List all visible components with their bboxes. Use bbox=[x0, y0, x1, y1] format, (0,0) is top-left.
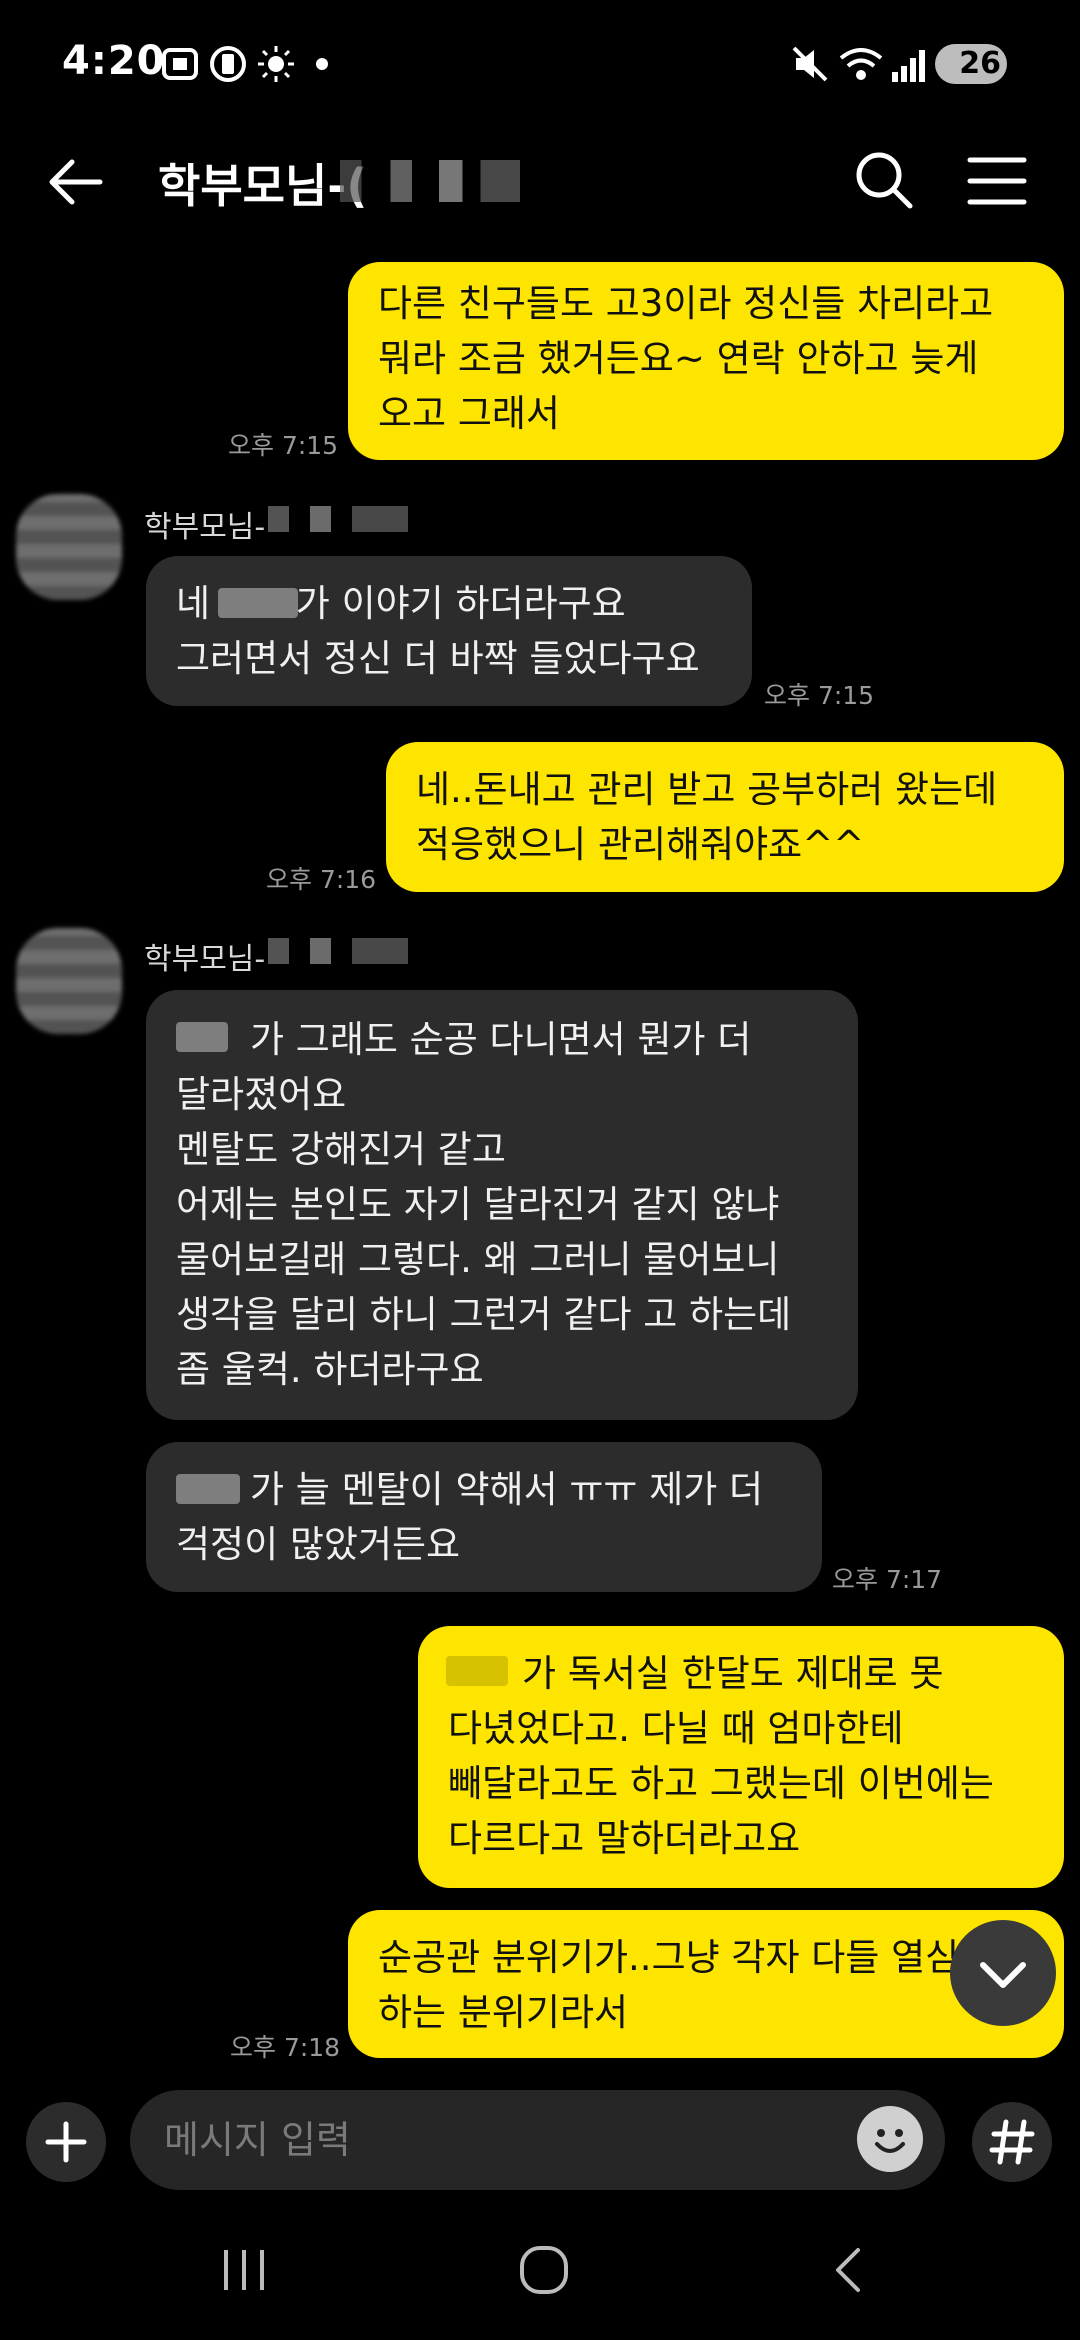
redacted-text bbox=[446, 1656, 508, 1686]
redacted-text bbox=[218, 588, 298, 618]
other-message-bubble[interactable]: 가 그래도 순공 다니면서 뭔가 더 달라졌어요 멘탈도 강해진거 같고 어제는… bbox=[146, 990, 858, 1420]
my-message-bubble[interactable]: 네..돈내고 관리 받고 공부하러 왔는데 적응했으니 관리해줘야죠^^ bbox=[386, 742, 1064, 892]
other-message-bubble[interactable]: 가 늘 멘탈이 약해서 ㅠㅠ 제가 더 걱정이 많았거든요 bbox=[146, 1442, 822, 1592]
sender-avatar[interactable] bbox=[16, 494, 122, 600]
battery-indicator: 26 bbox=[935, 44, 1007, 84]
redacted-sender bbox=[268, 506, 408, 532]
status-time: 4:20 bbox=[62, 38, 166, 84]
sender-avatar[interactable] bbox=[16, 928, 122, 1034]
my-message-bubble[interactable]: 다른 친구들도 고3이라 정신들 차리라고 뭐라 조금 했거든요~ 연락 안하고… bbox=[348, 262, 1064, 460]
redacted-name bbox=[340, 160, 520, 202]
battery-saver-icon bbox=[210, 46, 246, 82]
message-time: 오후 7:17 bbox=[832, 1565, 943, 1594]
redacted-sender bbox=[268, 938, 408, 964]
notification-dot-icon bbox=[316, 58, 328, 70]
back-nav-icon[interactable] bbox=[826, 2244, 870, 2296]
sender-name: 학부모님- bbox=[144, 942, 266, 977]
scroll-down-button[interactable] bbox=[950, 1920, 1056, 2026]
emoji-button[interactable] bbox=[857, 2106, 923, 2172]
plus-button[interactable] bbox=[26, 2102, 106, 2182]
sender-name: 학부모님- bbox=[144, 510, 266, 545]
screenshot-icon bbox=[162, 48, 198, 80]
redacted-text bbox=[176, 1474, 240, 1504]
home-icon[interactable] bbox=[516, 2242, 572, 2298]
hash-icon bbox=[989, 2119, 1035, 2165]
emoji-icon bbox=[875, 2129, 905, 2153]
wifi-icon bbox=[839, 48, 883, 80]
system-nav-bar bbox=[0, 2200, 1080, 2340]
message-input[interactable] bbox=[130, 2090, 945, 2190]
message-time: 오후 7:15 bbox=[228, 431, 339, 460]
chat-title[interactable]: 학부모님-( bbox=[158, 150, 367, 216]
message-input-bar bbox=[0, 2080, 1080, 2200]
message-time: 오후 7:16 bbox=[266, 865, 377, 894]
plus-icon bbox=[45, 2121, 87, 2163]
status-bar: 4:20 26 bbox=[0, 0, 1080, 130]
signal-icon bbox=[892, 50, 925, 82]
brightness-icon bbox=[258, 46, 294, 82]
message-time: 오후 7:15 bbox=[764, 681, 875, 710]
chat-header: 학부모님-( bbox=[0, 130, 1080, 230]
menu-icon[interactable] bbox=[966, 152, 1028, 210]
back-arrow-icon[interactable] bbox=[44, 150, 108, 214]
other-message-bubble[interactable]: 네 가 이야기 하더라구요 그러면서 정신 더 바짝 들었다구요 bbox=[146, 556, 752, 706]
search-icon[interactable] bbox=[852, 148, 916, 212]
message-time: 오후 7:18 bbox=[230, 2033, 341, 2062]
my-message-bubble[interactable]: 가 독서실 한달도 제대로 못 다녔었다고. 다닐 때 엄마한테 빼달라고도 하… bbox=[418, 1626, 1064, 1888]
mute-icon bbox=[792, 46, 828, 82]
chevron-down-icon bbox=[980, 1962, 1026, 1988]
recent-apps-icon[interactable] bbox=[214, 2244, 274, 2296]
hash-button[interactable] bbox=[972, 2102, 1052, 2182]
redacted-text bbox=[176, 1022, 228, 1052]
